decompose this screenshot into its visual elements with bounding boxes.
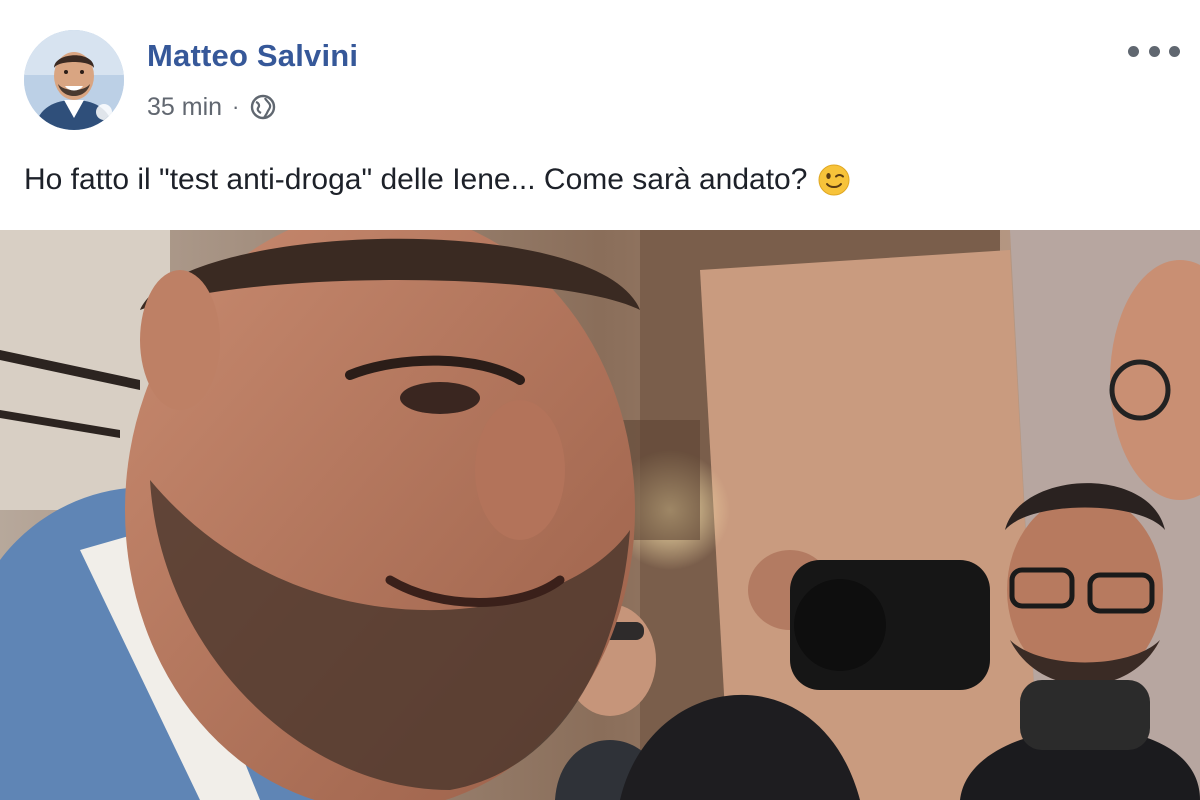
winking-face-emoji-icon	[817, 163, 851, 197]
author-avatar[interactable]	[24, 30, 124, 130]
globe-icon[interactable]	[249, 93, 277, 121]
post-video[interactable]	[0, 230, 1200, 800]
facebook-post: Matteo Salvini 35 min · Ho fatto il "tes…	[0, 0, 1200, 800]
avatar-image	[24, 30, 124, 130]
post-message: Ho fatto il "test anti-droga" delle Iene…	[24, 163, 808, 196]
more-options-icon[interactable]	[1128, 36, 1180, 66]
video-thumbnail	[0, 230, 1200, 800]
meta-separator: ·	[232, 94, 240, 119]
more-dot	[1169, 45, 1180, 57]
more-dot	[1128, 45, 1139, 57]
post-timestamp[interactable]: 35 min	[147, 93, 222, 122]
post-header: Matteo Salvini 35 min ·	[0, 0, 1200, 140]
more-dot	[1148, 45, 1160, 57]
post-meta: 35 min ·	[147, 90, 277, 124]
author-name-link[interactable]: Matteo Salvini	[147, 38, 358, 74]
post-body-text: Ho fatto il "test anti-droga" delle Iene…	[24, 163, 851, 197]
